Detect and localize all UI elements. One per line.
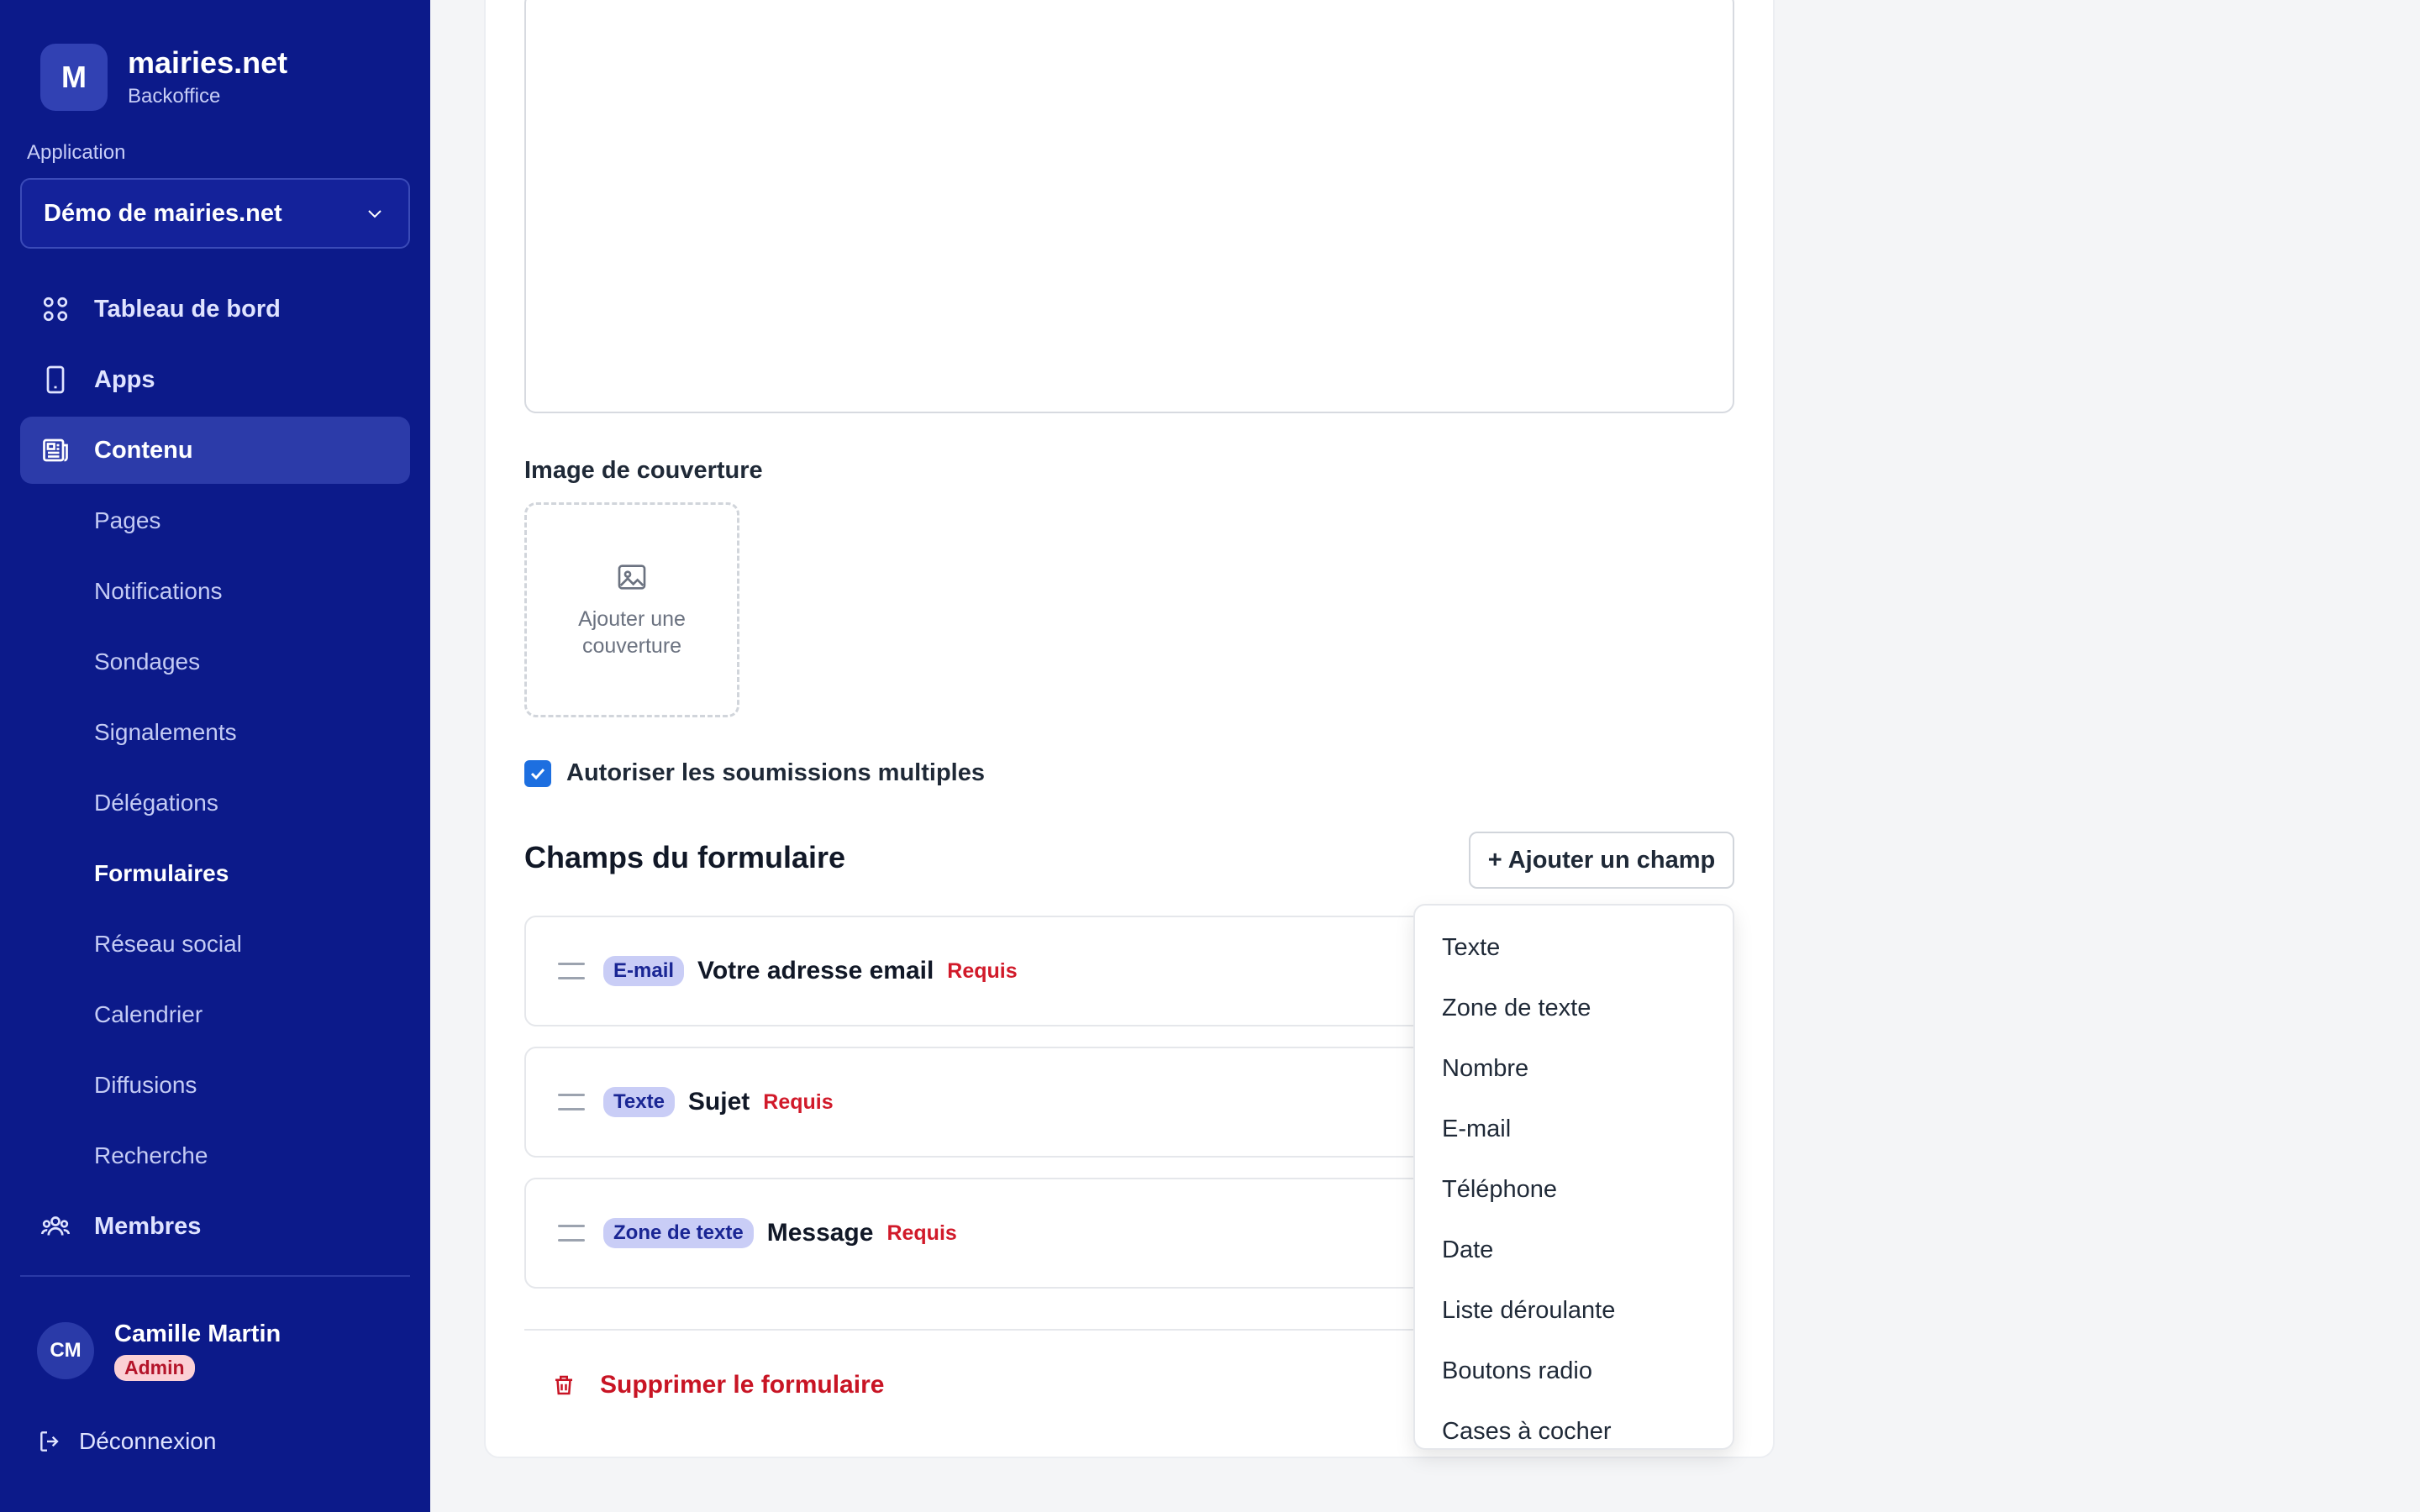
menu-item-email[interactable]: E-mail [1415, 1099, 1733, 1159]
user-name: Camille Martin [114, 1320, 281, 1347]
multiple-submissions-checkbox[interactable] [524, 759, 551, 787]
sidebar-subitem-calendrier[interactable]: Calendrier [20, 981, 410, 1048]
field-label: Message [766, 1219, 874, 1247]
menu-item-cases-a-cocher[interactable]: Cases à cocher [1415, 1401, 1733, 1462]
multiple-submissions-option[interactable]: Autoriser les soumissions multiples [524, 759, 985, 787]
application-select[interactable]: Démo de mairies.net [20, 178, 410, 249]
grid-icon [43, 297, 68, 322]
add-field-button[interactable]: + Ajouter un champ [1469, 832, 1734, 889]
sidebar-divider [20, 1275, 410, 1277]
brand-subtitle: Backoffice [128, 85, 221, 108]
field-label: Sujet [687, 1088, 750, 1116]
sidebar-item-contenu[interactable]: Contenu [20, 417, 410, 484]
sidebar: M mairies.net Backoffice Application Dém… [0, 0, 430, 1512]
drag-handle-icon[interactable] [558, 1094, 585, 1110]
application-section-label: Application [27, 141, 126, 164]
logout-button[interactable]: Déconnexion [37, 1428, 216, 1455]
menu-item-telephone[interactable]: Téléphone [1415, 1159, 1733, 1220]
required-indicator: Requis [763, 1089, 834, 1114]
menu-item-texte[interactable]: Texte [1415, 917, 1733, 978]
drag-handle-icon[interactable] [558, 1225, 585, 1242]
sidebar-subitem-diffusions[interactable]: Diffusions [20, 1052, 410, 1119]
sidebar-item-label: Membres [94, 1212, 202, 1240]
trash-icon [555, 1375, 572, 1395]
form-fields-title: Champs du formulaire [524, 840, 846, 874]
sidebar-item-label: Tableau de bord [94, 295, 281, 323]
sidebar-item-tableau-de-bord[interactable]: Tableau de bord [20, 276, 410, 343]
avatar: CM [37, 1322, 94, 1379]
application-select-value: Démo de mairies.net [44, 199, 282, 227]
sidebar-nav: Tableau de bord Apps Contenu Pages Notif… [20, 276, 410, 1263]
sidebar-subitem-delegations[interactable]: Délégations [20, 769, 410, 837]
add-cover-line1: Ajouter une [578, 607, 686, 631]
users-icon [40, 1216, 71, 1236]
image-icon [618, 564, 646, 590]
field-label: Votre adresse email [697, 957, 934, 984]
sidebar-item-label: Contenu [94, 436, 193, 464]
menu-item-date[interactable]: Date [1415, 1220, 1733, 1280]
sidebar-item-membres[interactable]: Membres [20, 1193, 410, 1260]
description-textarea[interactable] [524, 0, 1734, 413]
brand-name: mairies.net [128, 45, 288, 80]
menu-item-liste-deroulante[interactable]: Liste déroulante [1415, 1280, 1733, 1341]
delete-form-button[interactable]: Supprimer le formulaire [551, 1371, 884, 1399]
chevron-down-icon [368, 210, 381, 218]
sidebar-item-apps[interactable]: Apps [20, 346, 410, 413]
cover-image-label: Image de couverture [524, 457, 763, 484]
logout-icon [40, 1431, 59, 1452]
logout-label: Déconnexion [79, 1428, 217, 1454]
phone-icon [46, 365, 65, 394]
required-indicator: Requis [886, 1221, 957, 1245]
field-type-badge: E-mail [603, 956, 685, 986]
sidebar-item-label: Apps [94, 365, 155, 393]
field-type-menu: Texte Zone de texte Nombre E-mail Téléph… [1413, 904, 1734, 1450]
sidebar-subitem-formulaires[interactable]: Formulaires [20, 840, 410, 907]
multiple-submissions-label: Autoriser les soumissions multiples [566, 759, 985, 786]
sidebar-subitem-reseau-social[interactable]: Réseau social [20, 911, 410, 978]
role-badge: Admin [114, 1355, 195, 1381]
sidebar-subitem-signalements[interactable]: Signalements [20, 699, 410, 766]
sidebar-subitem-pages[interactable]: Pages [20, 487, 410, 554]
drag-handle-icon[interactable] [558, 963, 585, 979]
field-type-badge: Texte [603, 1087, 675, 1117]
add-cover-button[interactable]: Ajouter une couverture [524, 502, 739, 717]
sidebar-subitem-sondages[interactable]: Sondages [20, 628, 410, 696]
menu-item-nombre[interactable]: Nombre [1415, 1038, 1733, 1099]
field-type-badge: Zone de texte [603, 1218, 754, 1248]
brand-logo: M [40, 44, 108, 111]
app-root: M mairies.net Backoffice Application Dém… [0, 0, 2420, 1512]
add-cover-line2: couverture [581, 634, 682, 658]
brand[interactable]: M mairies.net Backoffice [40, 44, 287, 111]
menu-item-boutons-radio[interactable]: Boutons radio [1415, 1341, 1733, 1401]
delete-form-label: Supprimer le formulaire [600, 1371, 885, 1399]
menu-item-zone-de-texte[interactable]: Zone de texte [1415, 978, 1733, 1038]
check-icon [530, 768, 545, 780]
sidebar-subitem-recherche[interactable]: Recherche [20, 1122, 410, 1189]
user-profile[interactable]: CM Camille Martin Admin [37, 1320, 281, 1381]
required-indicator: Requis [947, 958, 1018, 983]
sidebar-subitem-notifications[interactable]: Notifications [20, 558, 410, 625]
newspaper-icon [43, 438, 68, 462]
